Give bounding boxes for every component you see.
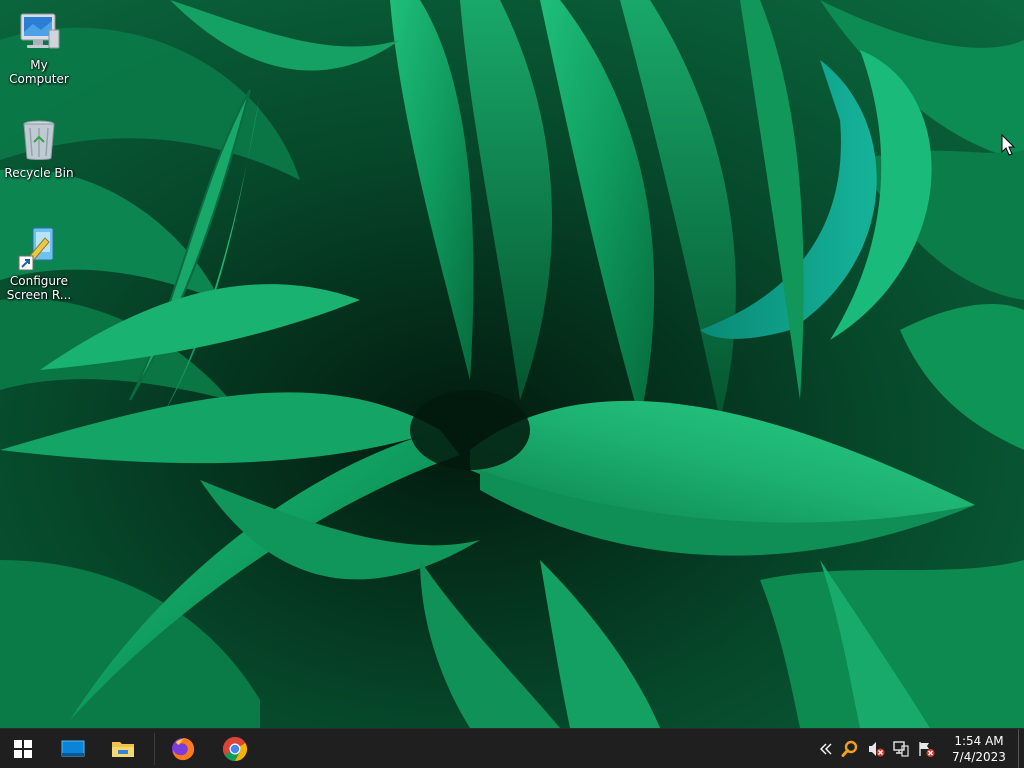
clock-date: 7/4/2023: [952, 750, 1006, 764]
desktop-icon-configure-screen[interactable]: Configure Screen R...: [0, 224, 78, 302]
desktop-icon-label: Recycle Bin: [4, 166, 74, 180]
mouse-cursor: [1001, 134, 1015, 156]
clock-time: 1:54 AM: [954, 734, 1004, 748]
desktop-icon-my-computer[interactable]: My Computer: [0, 8, 78, 86]
taskbar-clock[interactable]: 1:54 AM 7/4/2023: [944, 729, 1014, 768]
taskbar-firefox[interactable]: [160, 729, 206, 768]
start-icon: [14, 740, 32, 758]
tray-action-center[interactable]: [914, 729, 938, 768]
configure-shortcut-icon: [18, 227, 54, 271]
firefox-icon: [172, 738, 195, 761]
show-desktop-button[interactable]: [1018, 729, 1024, 768]
recycle-bin-icon: [23, 120, 55, 160]
taskbar-desktop-window[interactable]: [50, 729, 96, 768]
taskbar-file-explorer[interactable]: [100, 729, 146, 768]
action-center-alert-icon: [919, 742, 935, 757]
chevron-left-icon: [820, 743, 832, 755]
speaker-muted-icon: [869, 742, 885, 757]
file-explorer-icon: [112, 742, 134, 757]
network-disconnected-icon: [893, 741, 909, 757]
desktop-icon-label: Configure Screen R...: [6, 274, 72, 302]
desktop-icon-label: My Computer: [9, 58, 69, 86]
start-button[interactable]: [0, 729, 46, 768]
tray-network[interactable]: [889, 729, 913, 768]
tray-show-hidden-icons[interactable]: [814, 729, 838, 768]
tray-search[interactable]: [838, 729, 862, 768]
desktop-window-icon: [61, 740, 85, 757]
chrome-icon: [222, 737, 248, 761]
taskbar: 1:54 AM 7/4/2023: [0, 728, 1024, 768]
taskbar-chrome[interactable]: [212, 729, 258, 768]
wallpaper: [0, 0, 1024, 728]
desktop-icon-recycle-bin[interactable]: Recycle Bin: [0, 116, 78, 180]
desktop: My Computer Recycle Bin Configure Screen…: [0, 0, 1024, 768]
computer-icon: [20, 13, 60, 49]
search-icon: [841, 740, 858, 757]
taskbar-divider: [154, 733, 155, 765]
tray-volume[interactable]: [864, 729, 888, 768]
